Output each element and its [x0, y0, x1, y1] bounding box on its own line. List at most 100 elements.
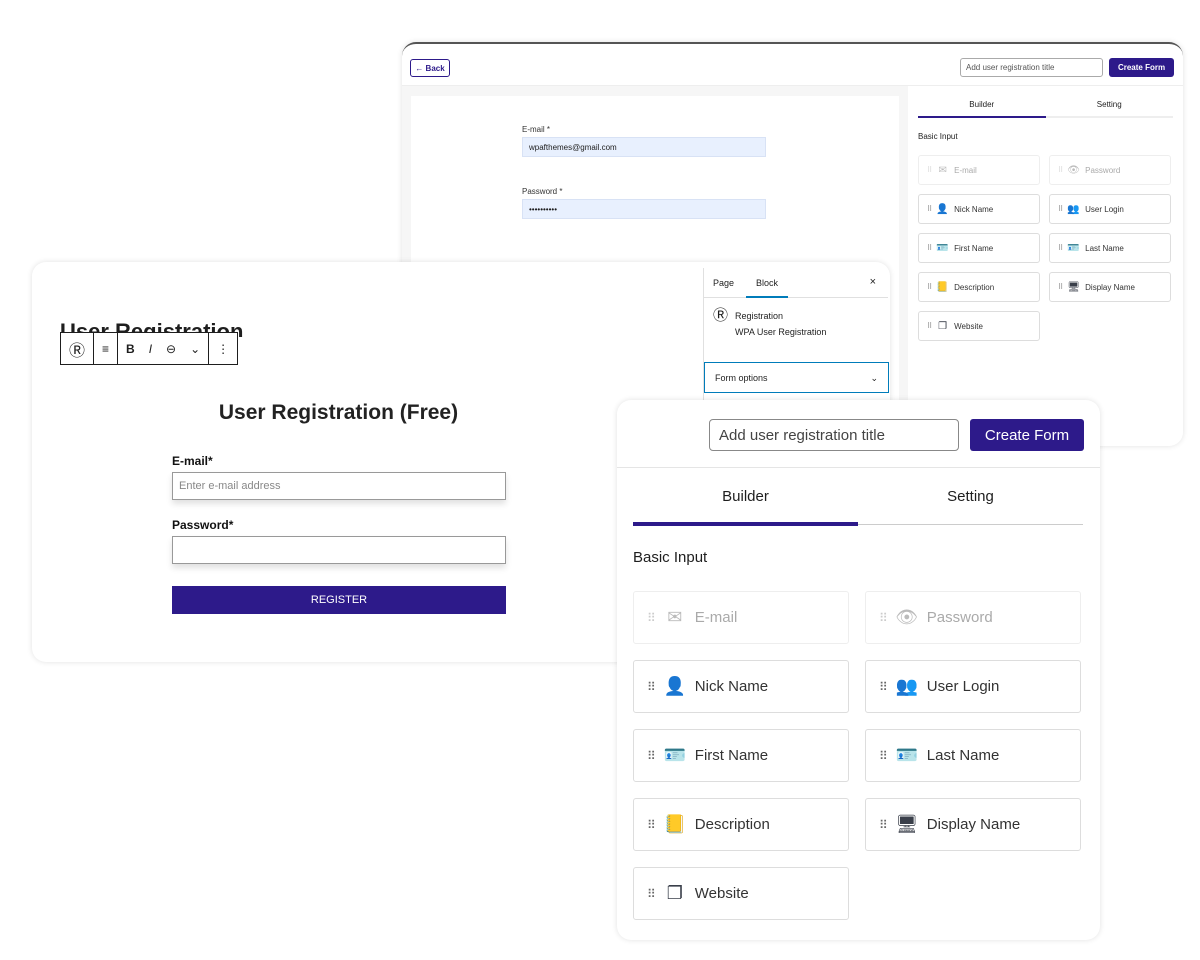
- address-book-icon: 📒: [936, 281, 949, 293]
- form-options-toggle[interactable]: Form options ⌄: [704, 362, 889, 393]
- drag-handle-icon[interactable]: ⠿: [879, 818, 888, 832]
- registration-block-icon: Ⓡ: [69, 342, 86, 360]
- back-button[interactable]: ← Back: [410, 59, 450, 77]
- back-label: Back: [425, 63, 445, 73]
- create-form-button[interactable]: Create Form: [1109, 58, 1174, 77]
- field-label: Nick Name: [954, 204, 994, 214]
- field-item-first-name[interactable]: ⠿ 🪪 First Name: [633, 729, 849, 782]
- block-description: WPA User Registration: [735, 327, 827, 337]
- id-card-icon: 🪪: [663, 745, 687, 765]
- field-item-last-name[interactable]: ⠿ 🪪 Last Name: [1049, 233, 1171, 263]
- field-item-display-name[interactable]: ⠿ 🖥 Display Name: [865, 798, 1081, 851]
- tab-builder[interactable]: Builder: [918, 100, 1046, 118]
- form-title: User Registration (Free): [218, 401, 459, 424]
- field-item-display-name[interactable]: ⠿ 🖥 Display Name: [1049, 272, 1171, 302]
- field-item-description[interactable]: ⠿ 📒 Description: [918, 272, 1040, 302]
- field-label: Last Name: [1085, 243, 1124, 253]
- align-icon: ≡: [102, 341, 110, 356]
- field-item-last-name[interactable]: ⠿ 🪪 Last Name: [865, 729, 1081, 782]
- password-label: Password*: [172, 518, 234, 532]
- drag-handle-icon[interactable]: ⠿: [1058, 166, 1063, 174]
- chalkboard-user-icon: 🖥: [895, 814, 919, 834]
- tab-block[interactable]: Block: [746, 268, 789, 298]
- drag-handle-icon[interactable]: ⠿: [1058, 205, 1063, 213]
- drag-handle-icon[interactable]: ⠿: [927, 322, 932, 330]
- field-item-nick-name[interactable]: ⠿ 👤 Nick Name: [918, 194, 1040, 224]
- drag-handle-icon[interactable]: ⠿: [1058, 283, 1063, 291]
- field-item-website[interactable]: ⠿ ❐ Website: [633, 867, 849, 920]
- field-item-e-mail[interactable]: ⠿ ✉ E-mail: [633, 591, 849, 644]
- form-title-input[interactable]: Add user registration title: [709, 419, 959, 451]
- field-grid: ⠿ ✉ E-mail ⠿ 👁 Password ⠿ 👤 Nick Name ⠿ 👥 User Logi…: [633, 591, 1081, 920]
- arrow-left-icon: ←: [415, 63, 424, 73]
- more-vertical-icon: ⋮: [217, 341, 230, 356]
- block-toolbar: Ⓡ ≡ B I ⊖ ⌄ ⋮: [60, 332, 239, 365]
- field-item-first-name[interactable]: ⠿ 🪪 First Name: [918, 233, 1040, 263]
- builder-header: Add user registration title Create Form: [617, 400, 1100, 468]
- email-label: E-mail *: [522, 125, 551, 134]
- builder-window-front: Add user registration title Create Form …: [617, 400, 1100, 940]
- link-icon[interactable]: ⊖: [166, 342, 176, 356]
- builder-header: ← Back Add user registration title Creat…: [402, 44, 1183, 86]
- drag-handle-icon[interactable]: ⠿: [647, 887, 656, 901]
- drag-handle-icon[interactable]: ⠿: [1058, 244, 1063, 252]
- field-label: Password: [1085, 165, 1121, 175]
- field-label: E-mail: [694, 609, 738, 626]
- field-label: E-mail: [954, 165, 977, 175]
- align-button[interactable]: ≡: [93, 333, 117, 364]
- create-form-button[interactable]: Create Form: [970, 419, 1084, 451]
- bold-button[interactable]: B: [126, 342, 135, 356]
- options-button[interactable]: ⋮: [208, 333, 237, 364]
- block-type-button[interactable]: Ⓡ: [61, 333, 93, 364]
- id-card-icon: 🪪: [895, 745, 919, 765]
- drag-handle-icon[interactable]: ⠿: [927, 205, 932, 213]
- tab-page[interactable]: Page: [713, 278, 734, 288]
- drag-handle-icon[interactable]: ⠿: [647, 611, 656, 625]
- field-label: Website: [694, 885, 749, 902]
- tab-setting[interactable]: Setting: [1046, 100, 1174, 116]
- eye-icon: 👁: [895, 607, 919, 627]
- drag-handle-icon[interactable]: ⠿: [879, 749, 888, 763]
- field-item-description[interactable]: ⠿ 📒 Description: [633, 798, 849, 851]
- section-title: Basic Input: [633, 549, 708, 566]
- field-item-password[interactable]: ⠿ 👁 Password: [1049, 155, 1171, 185]
- user-lock-icon: 👥: [1067, 203, 1080, 215]
- tab-builder[interactable]: Builder: [633, 488, 858, 526]
- clone-icon: ❐: [666, 883, 683, 903]
- close-icon[interactable]: ×: [870, 276, 876, 288]
- envelope-icon: ✉: [667, 607, 683, 627]
- italic-button[interactable]: I: [149, 342, 152, 356]
- drag-handle-icon[interactable]: ⠿: [927, 244, 932, 252]
- email-label: E-mail*: [172, 454, 213, 468]
- field-item-nick-name[interactable]: ⠿ 👤 Nick Name: [633, 660, 849, 713]
- email-field[interactable]: wpafthemes@gmail.com: [522, 137, 766, 157]
- drag-handle-icon[interactable]: ⠿: [927, 283, 932, 291]
- password-label: Password *: [522, 187, 563, 196]
- field-label: Display Name: [1085, 282, 1135, 292]
- drag-handle-icon[interactable]: ⠿: [647, 818, 656, 832]
- tab-setting[interactable]: Setting: [858, 488, 1083, 524]
- field-item-user-login[interactable]: ⠿ 👥 User Login: [865, 660, 1081, 713]
- chevron-down-icon[interactable]: ⌄: [190, 342, 200, 356]
- field-item-website[interactable]: ⠿ ❐ Website: [918, 311, 1040, 341]
- field-label: User Login: [926, 678, 1000, 695]
- drag-handle-icon[interactable]: ⠿: [879, 680, 888, 694]
- field-item-e-mail[interactable]: ⠿ ✉ E-mail: [918, 155, 1040, 185]
- field-item-password[interactable]: ⠿ 👁 Password: [865, 591, 1081, 644]
- chalkboard-user-icon: 🖥: [1067, 281, 1080, 293]
- password-field[interactable]: ••••••••••: [522, 199, 766, 219]
- drag-handle-icon[interactable]: ⠿: [879, 611, 888, 625]
- drag-handle-icon[interactable]: ⠿: [647, 749, 656, 763]
- block-info: Ⓡ Registration WPA User Registration: [704, 298, 888, 350]
- email-input[interactable]: Enter e-mail address: [172, 472, 506, 500]
- form-options-label: Form options: [715, 373, 768, 383]
- field-item-user-login[interactable]: ⠿ 👥 User Login: [1049, 194, 1171, 224]
- drag-handle-icon[interactable]: ⠿: [927, 166, 932, 174]
- password-input[interactable]: [172, 536, 506, 564]
- id-card-icon: 🪪: [1067, 242, 1080, 254]
- register-button[interactable]: REGISTER: [172, 586, 506, 614]
- form-title-input[interactable]: Add user registration title: [960, 58, 1103, 77]
- drag-handle-icon[interactable]: ⠿: [647, 680, 656, 694]
- field-label: Password: [926, 609, 993, 626]
- registration-block-icon: Ⓡ: [713, 307, 729, 324]
